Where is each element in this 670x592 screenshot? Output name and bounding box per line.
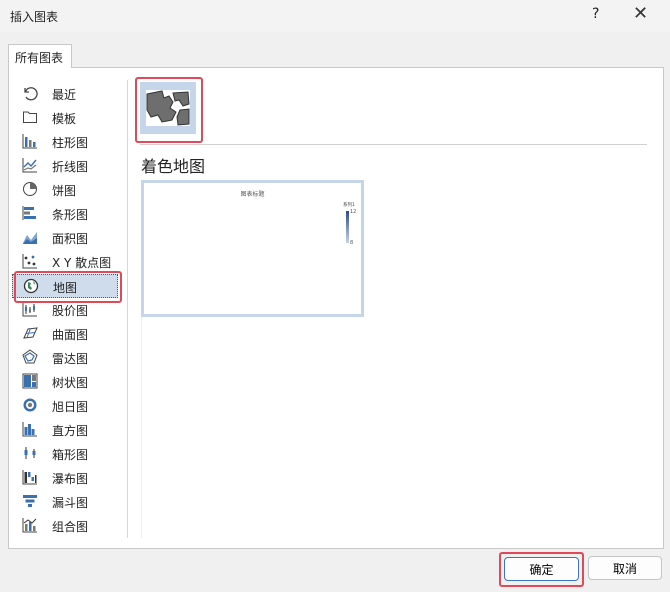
sunburst-icon	[23, 398, 37, 412]
sidebar-item-sunburst[interactable]: 旭日图	[12, 394, 116, 416]
sidebar-item-label: 模板	[52, 112, 77, 126]
sidebar-item-label: 树状图	[52, 376, 89, 390]
sidebar-item-label: 组合图	[52, 520, 89, 534]
sidebar-item-label: 瀑布图	[52, 472, 89, 486]
template-folder-icon	[23, 111, 37, 123]
cancel-button[interactable]: 取消	[588, 556, 662, 580]
sidebar-item-funnel[interactable]: 漏斗图	[12, 490, 116, 512]
tab-all-charts[interactable]: 所有图表	[8, 44, 72, 68]
preview-legend-max: 12	[350, 209, 357, 215]
recent-icon	[24, 87, 38, 101]
sidebar-item-stock[interactable]: 股价图	[12, 298, 116, 320]
sidebar-item-label: 条形图	[52, 208, 89, 222]
sidebar-item-label: 曲面图	[52, 328, 89, 342]
area-chart-icon	[23, 232, 37, 244]
radar-chart-icon	[22, 349, 38, 364]
sidebar-item-pie[interactable]: 饼图	[12, 178, 116, 200]
title-bar: 插入图表 ? ✕	[0, 0, 670, 32]
funnel-icon	[23, 495, 37, 507]
stock-chart-icon	[22, 302, 37, 317]
sidebar-item-radar[interactable]: 雷达图	[12, 346, 116, 368]
chart-subtype-filled-map[interactable]	[140, 82, 196, 134]
pie-chart-icon	[23, 182, 37, 196]
sidebar-item-label: 直方图	[52, 424, 89, 438]
ok-button[interactable]: 确定	[504, 557, 579, 581]
preview-area	[141, 317, 365, 538]
bar-chart-icon	[22, 206, 36, 220]
sidebar-item-histogram[interactable]: 直方图	[12, 418, 116, 440]
sidebar-item-label: 面积图	[52, 232, 89, 246]
column-chart-icon	[22, 134, 37, 149]
sidebar-item-surface[interactable]: 曲面图	[12, 322, 116, 344]
sidebar-item-recent[interactable]: 最近	[12, 82, 116, 104]
sidebar-item-line[interactable]: 折线图	[12, 154, 116, 176]
sidebar-item-label: 雷达图	[52, 352, 89, 366]
filled-map-thumbnail-icon	[146, 90, 190, 126]
sidebar-item-label: 股价图	[52, 304, 89, 318]
subtype-divider	[140, 144, 647, 145]
sidebar-item-label: 地图	[53, 281, 78, 295]
combo-chart-icon	[22, 518, 37, 533]
preview-chart-title: 图表标题	[240, 191, 265, 198]
sidebar-item-label: 漏斗图	[52, 496, 89, 510]
sidebar-item-bar[interactable]: 条形图	[12, 202, 116, 224]
sidebar-item-templates[interactable]: 模板	[12, 106, 116, 128]
sidebar-item-label: 箱形图	[52, 448, 89, 462]
preview-legend-title: 系列1	[343, 203, 355, 208]
scatter-chart-icon	[22, 254, 37, 269]
sidebar-item-label: 折线图	[52, 160, 89, 174]
chart-subtype-title: 着色地图	[141, 157, 206, 176]
sidebar-item-label: 柱形图	[52, 136, 89, 150]
sidebar-item-label: 旭日图	[52, 400, 89, 414]
sidebar-item-label: 最近	[52, 88, 77, 102]
line-chart-icon	[22, 158, 37, 173]
sidebar-item-map[interactable]: 地图	[12, 274, 118, 298]
close-button[interactable]: ✕	[633, 3, 648, 24]
preview-legend-gradient	[346, 211, 349, 243]
sidebar-item-label: 饼图	[52, 184, 77, 198]
chart-type-list[interactable]: 最近 模板 柱形图 折线图 饼图 条形图 面积图 X Y 散点图 地图 股价图 …	[12, 80, 118, 538]
dialog-title: 插入图表	[10, 10, 59, 24]
sidebar-item-column[interactable]: 柱形图	[12, 130, 116, 152]
sidebar-item-box-whisker[interactable]: 箱形图	[12, 442, 116, 464]
sidebar-item-area[interactable]: 面积图	[12, 226, 116, 248]
sidebar-item-combo[interactable]: 组合图	[12, 514, 116, 536]
histogram-icon	[22, 422, 37, 437]
chart-preview[interactable]: 图表标题 系列1 12 8	[141, 180, 364, 317]
sidebar-item-label: X Y 散点图	[52, 256, 112, 270]
help-button[interactable]: ?	[592, 6, 599, 22]
treemap-icon	[22, 373, 38, 389]
map-globe-icon	[23, 278, 39, 294]
sidebar-item-scatter[interactable]: X Y 散点图	[12, 250, 116, 272]
surface-chart-icon	[23, 327, 38, 339]
sidebar-item-treemap[interactable]: 树状图	[12, 370, 116, 392]
tab-label: 所有图表	[15, 51, 64, 65]
box-whisker-icon	[24, 447, 36, 459]
sidebar-item-waterfall[interactable]: 瀑布图	[12, 466, 116, 488]
list-divider	[127, 80, 128, 538]
waterfall-icon	[22, 470, 37, 485]
preview-legend-min: 8	[350, 240, 354, 246]
